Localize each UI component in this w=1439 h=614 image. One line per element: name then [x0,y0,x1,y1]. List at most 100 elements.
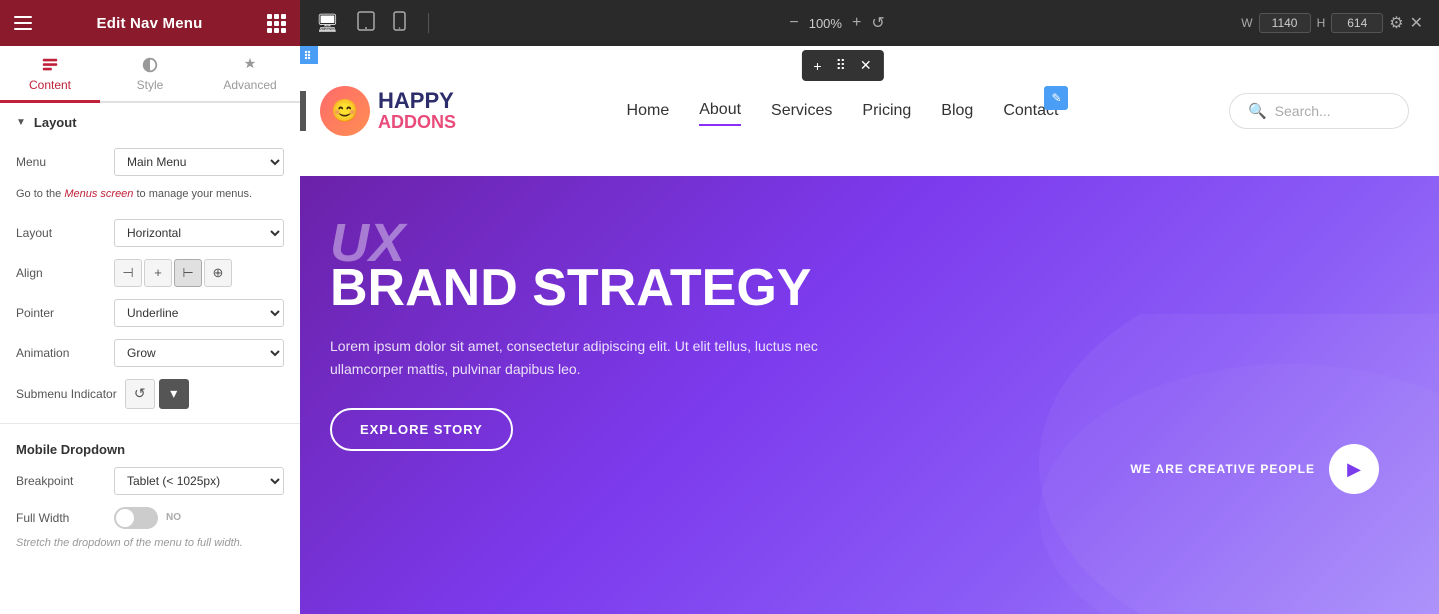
tab-advanced[interactable]: Advanced [200,46,300,103]
device-divider [428,13,429,33]
zoom-plus-btn[interactable]: + [852,14,861,32]
nav-item-services[interactable]: Services [771,97,832,125]
nav-toolbar-close-icon[interactable]: ✕ [856,55,876,76]
align-row: Align ⊣ + ⊢ ⊕ [0,253,300,293]
explore-story-button[interactable]: EXPLORE STORY [330,408,513,451]
breakpoint-select[interactable]: Mobile (< 768px) Tablet (< 1025px) None [114,467,284,495]
hero-description: Lorem ipsum dolor sit amet, consectetur … [330,335,870,380]
section-divider [0,423,300,424]
site-nav: Home About Services Pricing Blog Contact [627,96,1059,126]
breakpoint-row: Breakpoint Mobile (< 768px) Tablet (< 10… [0,461,300,501]
play-button[interactable]: ▶ [1329,444,1379,494]
hero-title: BRAND STRATEGY [330,260,1409,317]
align-label: Align [16,266,106,280]
w-label: W [1241,16,1252,30]
stretch-text: Stretch the dropdown of the menu to full… [0,535,300,555]
w-h-display: W 1140 H 614 ⚙ ✕ [1241,13,1423,33]
panel-title: Edit Nav Menu [97,15,203,32]
menu-row: Menu Main Menu Secondary Menu Footer Men… [0,142,300,182]
nav-item-home[interactable]: Home [627,97,670,125]
animation-label: Animation [16,346,106,360]
submenu-indicator-refresh-btn[interactable]: ↺ [125,379,155,409]
pointer-row: Pointer Underline Overline Double Line F… [0,293,300,333]
tab-content[interactable]: Content [0,46,100,103]
align-right-btn[interactable]: ⊢ [174,259,202,287]
play-btn-group: WE ARE CREATIVE PEOPLE ▶ [1130,444,1379,494]
panel-content: ▼ Layout Menu Main Menu Secondary Menu F… [0,103,300,614]
site-search[interactable]: 🔍 Search... [1229,93,1409,129]
collapse-handle[interactable]: ‹ [300,91,306,131]
tab-style-label: Style [137,78,164,92]
logo-icon: 😊 [320,86,370,136]
tablet-device-icon[interactable] [357,11,375,36]
top-toolbar: 🖥 − 100% + ↺ W 1140 H 614 ⚙ ✕ [300,0,1439,46]
submenu-indicator-label: Submenu Indicator [16,387,117,401]
nav-item-about[interactable]: About [699,96,741,126]
nav-toolbar-popup: + ⠿ ✕ [801,50,883,81]
layout-select[interactable]: Horizontal Vertical Dropdown [114,219,284,247]
play-icon: ▶ [1347,459,1361,480]
zoom-reset-btn[interactable]: ↺ [871,13,884,33]
align-justify-btn[interactable]: ⊕ [204,259,232,287]
full-width-label: Full Width [16,511,106,525]
site-header: ‹ 😊 HAPPY ADDONS [300,46,1439,176]
zoom-minus-btn[interactable]: − [789,14,798,32]
top-bar: Edit Nav Menu [0,0,300,46]
submenu-indicator-group: ↺ ▾ [125,379,189,409]
mobile-device-icon[interactable] [393,11,406,36]
tab-advanced-label: Advanced [223,78,276,92]
height-value[interactable]: 614 [1331,13,1383,33]
left-panel: Edit Nav Menu Content Style Advanced ▼ L… [0,0,300,614]
zoom-value: 100% [809,16,842,31]
breakpoint-label: Breakpoint [16,474,106,488]
menu-screen-text: Go to the [16,188,61,200]
nav-container: + ⠿ ✕ ✎ Home About Services Pricing Blog… [627,96,1059,126]
mobile-dropdown-header: Mobile Dropdown [0,432,300,461]
zoom-controls: − 100% + ↺ [789,13,884,33]
apps-grid-icon[interactable] [267,14,286,33]
logo-emoji: 😊 [331,98,358,124]
menu-screen-text-after: to manage your menus. [136,188,252,200]
width-value[interactable]: 1140 [1259,13,1311,33]
animation-row: Animation Grow Shrink Slide Fade Drop [0,333,300,373]
menus-screen-link[interactable]: Menus screen [64,188,133,200]
play-label: WE ARE CREATIVE PEOPLE [1130,462,1315,476]
full-width-row: Full Width NO [0,501,300,535]
layout-section-header[interactable]: ▼ Layout [0,103,300,142]
align-group: ⊣ + ⊢ ⊕ [114,259,232,287]
animation-select[interactable]: Grow Shrink Slide Fade Drop [114,339,284,367]
layout-row: Layout Horizontal Vertical Dropdown [0,213,300,253]
align-left-btn[interactable]: ⊣ [114,259,142,287]
logo-happy-text: HAPPY [378,89,456,113]
align-center-btn[interactable]: + [144,259,172,287]
desktop-device-icon[interactable]: 🖥 [316,13,339,34]
nav-toolbar-move-icon[interactable]: ⠿ [832,55,850,76]
menu-label: Menu [16,155,106,169]
menu-screen-row: Go to the Menus screen to manage your me… [0,182,300,213]
settings-icon[interactable]: ⚙ [1389,13,1403,33]
panel-tabs: Content Style Advanced [0,46,300,103]
layout-label: Layout [16,226,106,240]
hamburger-menu-icon[interactable] [14,16,32,30]
pointer-select[interactable]: Underline Overline Double Line Framed Te… [114,299,284,327]
nav-item-pricing[interactable]: Pricing [862,97,911,125]
submenu-indicator-row: Submenu Indicator ↺ ▾ [0,373,300,415]
site-logo: 😊 HAPPY ADDONS [320,86,456,136]
close-icon[interactable]: ✕ [1410,13,1423,33]
element-handle[interactable] [300,46,318,64]
nav-toolbar-add-icon[interactable]: + [809,56,825,76]
logo-addons-text: ADDONS [378,113,456,133]
toggle-no-label: NO [166,512,181,523]
h-label: H [1317,16,1326,30]
logo-text-block: HAPPY ADDONS [378,89,456,133]
submenu-indicator-arrow-btn[interactable]: ▾ [159,379,189,409]
menu-select[interactable]: Main Menu Secondary Menu Footer Menu [114,148,284,176]
pointer-label: Pointer [16,306,106,320]
site-preview: ‹ 😊 HAPPY ADDONS [300,46,1439,614]
full-width-toggle[interactable] [114,507,158,529]
edit-pencil-btn[interactable]: ✎ [1044,86,1068,110]
tab-style[interactable]: Style [100,46,200,103]
canvas-area: ‹ 😊 HAPPY ADDONS [300,46,1439,614]
tab-content-label: Content [29,78,71,92]
nav-item-blog[interactable]: Blog [941,97,973,125]
